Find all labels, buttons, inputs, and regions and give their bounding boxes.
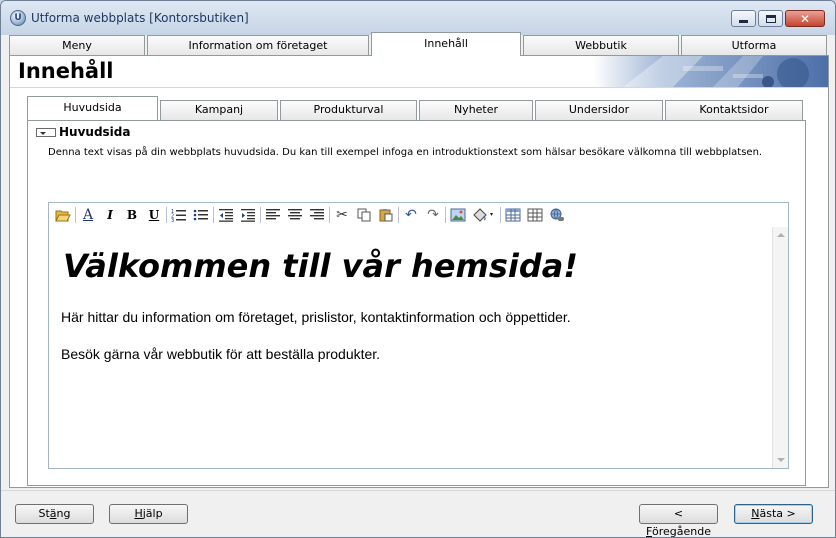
close-button[interactable]: Stäng: [15, 504, 94, 524]
scroll-up-icon[interactable]: [777, 233, 785, 237]
fill-color-icon[interactable]: [469, 205, 499, 225]
help-button-label-end: jälp: [142, 507, 163, 520]
maximize-icon: [765, 14, 776, 23]
toolbar-separator: [445, 207, 446, 223]
tab-content: Innehåll Huvudsida Kampanj Produkturval …: [9, 55, 829, 488]
previous-button[interactable]: < Föregående: [639, 504, 718, 537]
collapse-section-icon[interactable]: [36, 127, 56, 137]
svg-text:3: 3: [171, 218, 174, 222]
editor-paragraph-2: Besök gärna vår webbutik för att beställ…: [61, 346, 381, 362]
outdent-icon[interactable]: [215, 205, 237, 225]
page-header: Innehåll: [10, 56, 828, 88]
toolbar-separator: [329, 207, 330, 223]
table-properties-icon[interactable]: [524, 205, 546, 225]
font-icon[interactable]: A: [77, 205, 99, 225]
app-globe-icon: U: [10, 10, 26, 26]
section-header[interactable]: Huvudsida: [36, 125, 130, 139]
underline-icon[interactable]: U: [143, 205, 165, 225]
subtab-kampanj[interactable]: Kampanj: [160, 100, 278, 120]
tab-meny[interactable]: Meny: [9, 35, 145, 56]
scroll-down-icon[interactable]: [777, 458, 785, 462]
toolbar-separator: [260, 207, 261, 223]
indent-icon[interactable]: [237, 205, 259, 225]
close-button-label-end: ng: [56, 507, 71, 520]
minimize-icon: [739, 19, 748, 23]
previous-button-label-start: <: [673, 507, 684, 520]
cut-icon[interactable]: ✂: [331, 205, 353, 225]
align-right-icon[interactable]: [306, 205, 328, 225]
editor-paragraph-1: Här hittar du information om företaget, …: [61, 309, 571, 325]
title-bar[interactable]: U Utforma webbplats [Kontorsbutiken] ✕: [1, 1, 835, 35]
undo-icon[interactable]: ↶: [400, 205, 422, 225]
align-center-icon[interactable]: [284, 205, 306, 225]
open-folder-icon[interactable]: [52, 205, 74, 225]
italic-icon[interactable]: I: [99, 205, 121, 225]
rich-text-editor: A I B U 123 ✂ ↶ ↷ Välkommen till vår hem…: [48, 202, 789, 469]
app-window: U Utforma webbplats [Kontorsbutiken] ✕ M…: [0, 0, 836, 538]
editor-heading: Välkommen till vår hemsida!: [63, 247, 578, 285]
bold-icon[interactable]: B: [121, 205, 143, 225]
content-subtab-strip: Huvudsida Kampanj Produkturval Nyheter U…: [27, 96, 807, 121]
close-button-access-key: ä: [49, 507, 57, 520]
redo-icon[interactable]: ↷: [422, 205, 444, 225]
next-button-label-end: ästa >: [759, 507, 796, 520]
insert-image-icon[interactable]: [447, 205, 469, 225]
copy-icon[interactable]: [353, 205, 375, 225]
close-button-label-start: St: [38, 507, 50, 520]
main-tab-strip: Meny Information om företaget Innehåll W…: [9, 32, 829, 56]
toolbar-separator: [500, 207, 501, 223]
close-window-button[interactable]: ✕: [785, 10, 825, 27]
tab-information-om-foretaget[interactable]: Information om företaget: [147, 35, 369, 56]
toolbar-separator: [213, 207, 214, 223]
help-button-access-key: H: [134, 507, 143, 520]
tab-innehall[interactable]: Innehåll: [371, 32, 521, 56]
subtab-kontaktsidor[interactable]: Kontaktsidor: [665, 100, 803, 120]
numbered-list-icon[interactable]: 123: [168, 205, 190, 225]
editor-content-area[interactable]: Välkommen till vår hemsida! Här hittar d…: [49, 227, 772, 468]
section-title: Huvudsida: [59, 125, 131, 139]
editor-scrollbar[interactable]: [772, 227, 788, 468]
align-left-icon[interactable]: [262, 205, 284, 225]
close-icon: ✕: [799, 11, 811, 26]
help-button[interactable]: Hjälp: [109, 504, 188, 524]
page-title: Innehåll: [18, 59, 114, 83]
editor-toolbar: A I B U 123 ✂ ↶ ↷: [49, 203, 788, 227]
maximize-button[interactable]: [758, 10, 783, 27]
window-title: Utforma webbplats [Kontorsbutiken]: [31, 11, 249, 25]
toolbar-separator: [166, 207, 167, 223]
section-description: Denna text visas på din webbplats huvuds…: [48, 147, 763, 158]
previous-button-label-end: öregående: [651, 525, 711, 538]
next-button[interactable]: Nästa >: [734, 504, 813, 524]
subtab-undersidor[interactable]: Undersidor: [535, 100, 663, 120]
tab-utforma[interactable]: Utforma: [681, 35, 827, 56]
subtab-panel: Huvudsida Denna text visas på din webbpl…: [27, 120, 806, 486]
subtab-produkturval[interactable]: Produkturval: [280, 100, 417, 120]
tab-webbutik[interactable]: Webbutik: [523, 35, 679, 56]
decorative-banner-image: [593, 56, 828, 87]
hyperlink-icon[interactable]: [546, 205, 568, 225]
bullet-list-icon[interactable]: [190, 205, 212, 225]
toolbar-separator: [75, 207, 76, 223]
subtab-nyheter[interactable]: Nyheter: [419, 100, 533, 120]
minimize-button[interactable]: [731, 10, 756, 27]
dialog-button-bar: Stäng Hjälp < Föregående Nästa >: [1, 490, 835, 537]
toolbar-separator: [398, 207, 399, 223]
subtab-huvudsida[interactable]: Huvudsida: [27, 96, 158, 120]
paste-icon[interactable]: [375, 205, 397, 225]
insert-table-icon[interactable]: [502, 205, 524, 225]
